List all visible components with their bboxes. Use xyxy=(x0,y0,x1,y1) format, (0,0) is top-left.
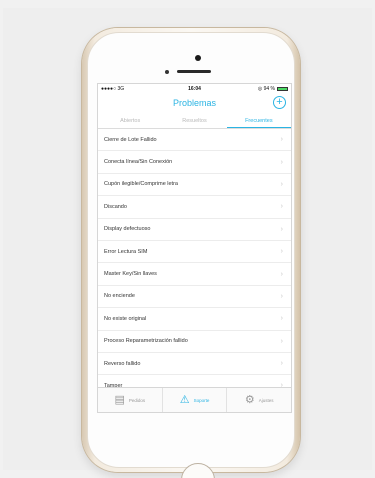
segmented-control: Abiertos Resueltos Frecuentes xyxy=(98,114,291,129)
clipboard-icon: ▤ xyxy=(114,393,125,406)
chevron-right-icon: › xyxy=(280,136,283,144)
navigation-bar: Problemas + xyxy=(98,94,291,112)
warning-icon: ⚠ xyxy=(179,393,190,406)
list-item[interactable]: Cupón ilegible/Comprime letra › xyxy=(98,174,291,197)
list-item-label: No enciende xyxy=(104,293,135,300)
plus-circle-icon[interactable]: + xyxy=(273,96,286,109)
list-item[interactable]: Conecta línea/Sin Conexión › xyxy=(98,151,291,174)
status-time: 16:04 xyxy=(188,86,201,92)
page-title: Problemas xyxy=(172,98,217,108)
chevron-right-icon: › xyxy=(280,315,283,323)
chevron-right-icon: › xyxy=(280,158,283,166)
tab-label: Ajustes xyxy=(258,397,274,403)
list-item[interactable]: Display defectuoso › xyxy=(98,219,291,241)
list-item[interactable]: No enciende › xyxy=(98,286,291,309)
gear-icon: ⚙ xyxy=(244,393,255,406)
list-item[interactable]: Reverso fallido › xyxy=(98,353,291,376)
chevron-right-icon: › xyxy=(280,270,283,278)
problem-list: Cierre de Lote Fallido › Conecta línea/S… xyxy=(98,129,291,398)
list-item[interactable]: Proceso Reparametrización fallido › xyxy=(98,331,291,353)
list-item-label: Display defectuoso xyxy=(104,226,151,233)
list-item[interactable]: No existe original › xyxy=(98,308,291,331)
segment-abiertos[interactable]: Abiertos xyxy=(98,114,162,128)
chevron-right-icon: › xyxy=(280,180,283,188)
list-item-label: Cierre de Lote Fallido xyxy=(104,136,157,143)
list-item-label: Cupón ilegible/Comprime letra xyxy=(104,181,178,188)
chevron-right-icon: › xyxy=(280,292,283,300)
list-item[interactable]: Cierre de Lote Fallido › xyxy=(98,129,291,152)
tab-bar: ▤ Pedidos ⚠ Soporte ⚙ Ajustes xyxy=(98,387,291,412)
earpiece-speaker xyxy=(177,70,211,73)
phone-screen: ●●●●○ 3G 16:04 ◎ 94 % Problemas + Abiert… xyxy=(97,83,292,413)
tab-soporte[interactable]: ⚠ Soporte xyxy=(163,388,228,412)
segment-resueltos[interactable]: Resueltos xyxy=(162,114,226,128)
chevron-right-icon: › xyxy=(280,225,283,233)
tab-label: Pedidos xyxy=(128,397,146,403)
list-item[interactable]: Discando › xyxy=(98,196,291,219)
list-item[interactable]: Master Key/Sin llaves › xyxy=(98,263,291,286)
chevron-right-icon: › xyxy=(280,337,283,345)
list-item-label: Master Key/Sin llaves xyxy=(104,271,157,278)
segment-frecuentes[interactable]: Frecuentes xyxy=(226,114,291,128)
front-camera xyxy=(165,70,169,74)
list-item-label: Conecta línea/Sin Conexión xyxy=(104,159,173,166)
list-item-label: No existe original xyxy=(104,315,147,322)
list-item-label: Reverso fallido xyxy=(104,360,141,367)
tab-label: Soporte xyxy=(193,397,210,403)
list-item-label: Error Lectura SIM xyxy=(104,248,148,255)
chevron-right-icon: › xyxy=(280,203,283,211)
list-item[interactable]: Error Lectura SIM › xyxy=(98,241,291,264)
status-bar: ●●●●○ 3G 16:04 ◎ 94 % xyxy=(98,84,291,94)
tab-ajustes[interactable]: ⚙ Ajustes xyxy=(227,388,291,412)
list-item-label: Proceso Reparametrización fallido xyxy=(104,338,188,345)
home-button[interactable] xyxy=(181,463,215,478)
tab-pedidos[interactable]: ▤ Pedidos xyxy=(98,388,163,412)
list-item-label: Discando xyxy=(104,203,127,210)
chevron-right-icon: › xyxy=(280,248,283,256)
chevron-right-icon: › xyxy=(280,360,283,368)
sensor-dot xyxy=(195,55,201,61)
